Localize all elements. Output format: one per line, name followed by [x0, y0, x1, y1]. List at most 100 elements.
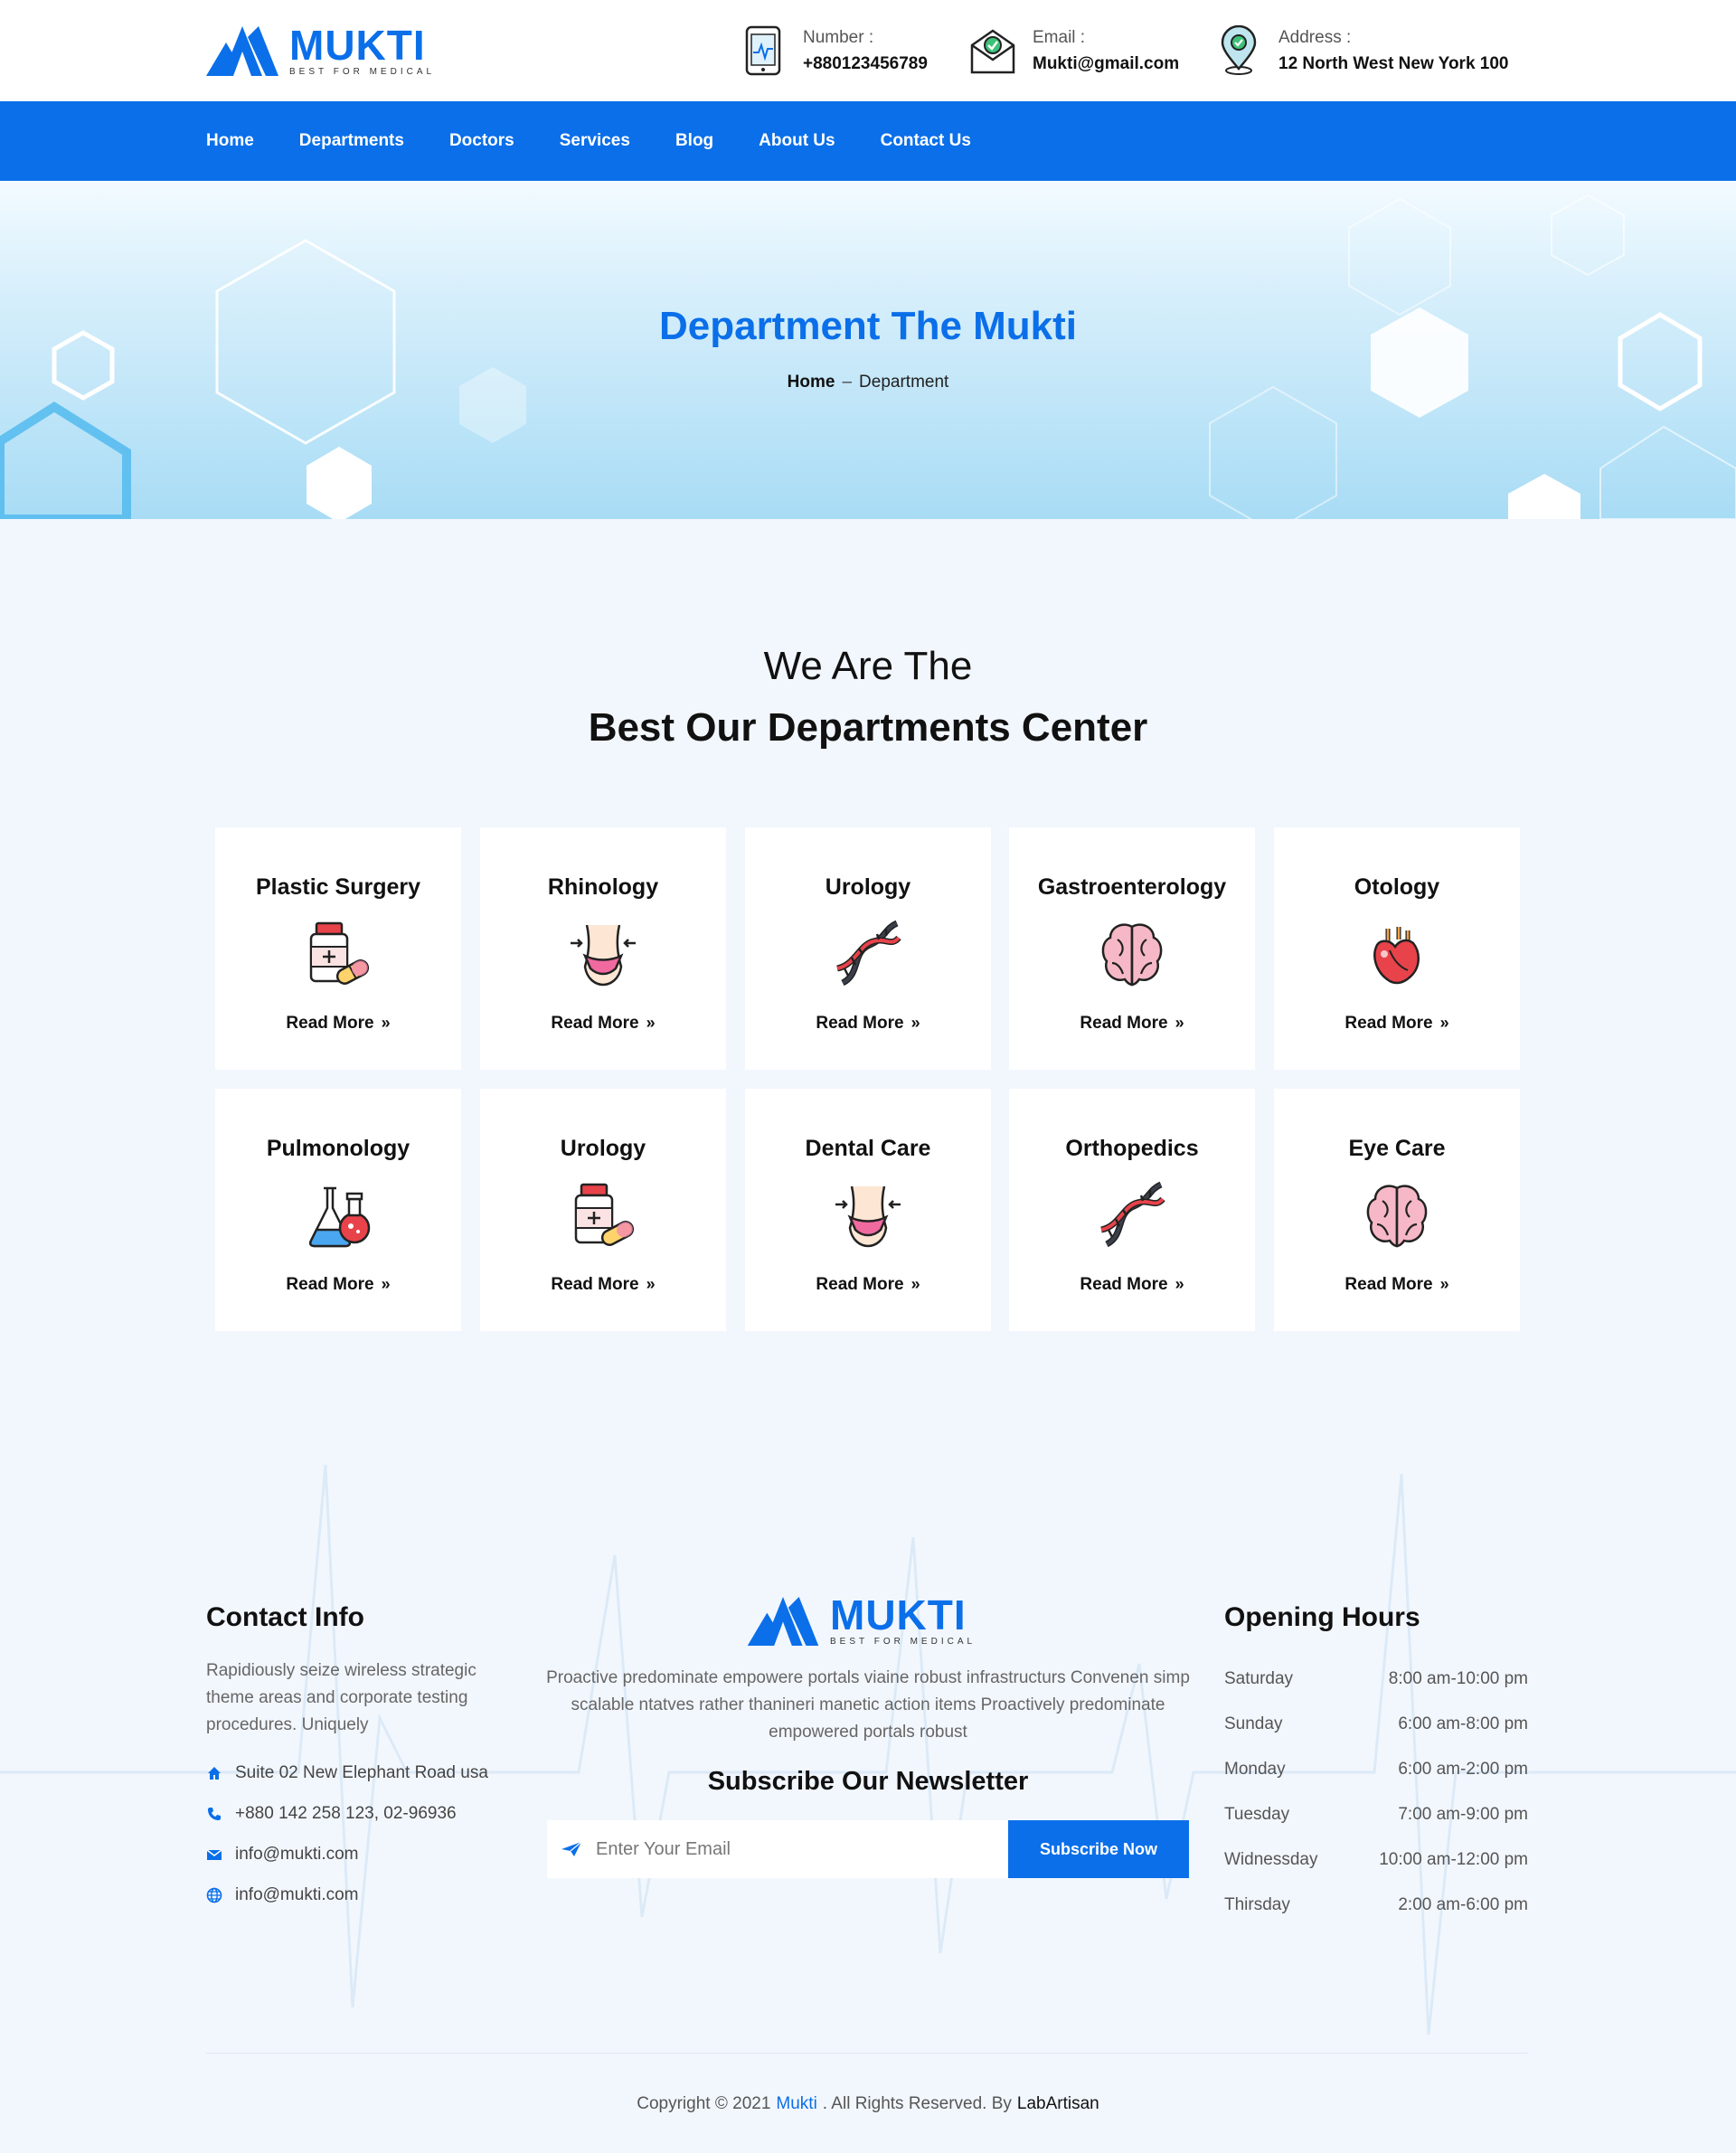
- department-card-dental-care[interactable]: Dental Care Read More»: [745, 1089, 991, 1331]
- brain-icon: [1101, 923, 1163, 987]
- main-nav: Home Departments Doctors Services Blog A…: [0, 101, 1736, 181]
- double-chevron-right-icon: »: [1175, 1275, 1184, 1293]
- site-logo[interactable]: MUKTI BEST FOR MEDICAL: [206, 22, 435, 77]
- copyright: Copyright © 2021 Mukti. All Rights Reserv…: [637, 2094, 1099, 2113]
- double-chevron-right-icon: »: [381, 1275, 391, 1293]
- department-card-urology[interactable]: Urology Read More»: [745, 827, 991, 1070]
- department-name: Gastroenterology: [1037, 874, 1227, 900]
- section-title: Best Our Departments Center: [588, 705, 1148, 750]
- phone-value[interactable]: +880123456789: [803, 52, 928, 77]
- nav-doctors[interactable]: Doctors: [449, 131, 514, 151]
- read-more-link[interactable]: Read More»: [480, 1275, 726, 1295]
- double-chevron-right-icon: »: [1175, 1014, 1184, 1032]
- read-more-link[interactable]: Read More»: [745, 1014, 991, 1034]
- contact-info-text: Rapidiously seize wireless strategic the…: [206, 1661, 476, 1734]
- subscribe-button[interactable]: Subscribe Now: [1008, 1820, 1189, 1878]
- logo-name: MUKTI: [830, 1591, 967, 1638]
- phone-icon: [208, 1808, 221, 1820]
- read-more-link[interactable]: Read More»: [480, 1014, 726, 1034]
- contact-phone[interactable]: +880 142 258 123, 02-96936: [206, 1804, 457, 1824]
- breadcrumb-current: Department: [859, 373, 949, 392]
- department-name: Orthopedics: [1065, 1136, 1199, 1161]
- footer-logo[interactable]: MUKTI BEST FOR MEDICAL: [747, 1591, 976, 1647]
- nav-services[interactable]: Services: [560, 131, 630, 151]
- department-name: Rhinology: [547, 874, 659, 900]
- brain-icon: [1366, 1185, 1428, 1248]
- paper-plane-icon: [561, 1841, 582, 1856]
- nav-blog[interactable]: Blog: [675, 131, 713, 151]
- read-more-link[interactable]: Read More»: [215, 1014, 461, 1034]
- department-card-eye-care[interactable]: Eye Care Read More»: [1274, 1089, 1520, 1331]
- copyright-author-link[interactable]: LabArtisan: [1017, 2094, 1099, 2113]
- breadcrumb-separator: –: [842, 373, 853, 392]
- contact-address: Suite 02 New Elephant Road usa: [206, 1763, 488, 1783]
- page-title: Department The Mukti: [658, 304, 1078, 348]
- footer-about-text: Proactive predominate empowere portals v…: [546, 1668, 1190, 1742]
- department-name: Urology: [560, 1136, 646, 1161]
- read-more-link[interactable]: Read More»: [1009, 1014, 1255, 1034]
- double-chevron-right-icon: »: [381, 1014, 391, 1032]
- page-banner: Department The Mukti Home – Department: [0, 181, 1736, 519]
- phone-label: Number :: [803, 28, 874, 47]
- contact-website[interactable]: info@mukti.com: [206, 1885, 359, 1905]
- department-card-urology-2[interactable]: Urology Read More»: [480, 1089, 726, 1331]
- top-bar: MUKTI BEST FOR MEDICAL Number : +8801234…: [0, 0, 1736, 101]
- logo-tagline: BEST FOR MEDICAL: [830, 1637, 976, 1647]
- newsletter-form: Subscribe Now: [547, 1820, 1189, 1878]
- medicine-bottle-icon: [309, 921, 370, 985]
- department-card-gastroenterology[interactable]: Gastroenterology Read More»: [1009, 827, 1255, 1070]
- heart-organ-icon: [1373, 927, 1420, 985]
- double-chevron-right-icon: »: [910, 1014, 920, 1032]
- email-value[interactable]: Mukti@gmail.com: [1033, 52, 1179, 77]
- email-label: Email :: [1033, 28, 1086, 47]
- department-card-rhinology[interactable]: Rhinology Read More»: [480, 827, 726, 1070]
- dna-icon: [1099, 1181, 1165, 1248]
- department-card-plastic-surgery[interactable]: Plastic Surgery Read More»: [215, 827, 461, 1070]
- header-address: Address : 12 North West New York 100: [1215, 22, 1509, 80]
- read-more-link[interactable]: Read More»: [745, 1275, 991, 1295]
- footer-divider: [206, 2053, 1528, 2054]
- read-more-link[interactable]: Read More»: [1009, 1275, 1255, 1295]
- department-name: Eye Care: [1348, 1136, 1446, 1161]
- read-more-link[interactable]: Read More»: [1274, 1275, 1520, 1295]
- envelope-icon: [206, 1849, 222, 1860]
- address-label: Address :: [1278, 28, 1352, 47]
- hours-row: Saturday 8:00 am-10:00 pm: [1224, 1669, 1528, 1688]
- read-more-link[interactable]: Read More»: [215, 1275, 461, 1295]
- breadcrumb: Home – Department: [0, 373, 1736, 392]
- read-more-link[interactable]: Read More»: [1274, 1014, 1520, 1034]
- body-waist-icon: [571, 924, 636, 987]
- nav-about-us[interactable]: About Us: [759, 131, 835, 151]
- contact-email[interactable]: info@mukti.com: [206, 1845, 359, 1865]
- department-card-pulmonology[interactable]: Pulmonology Read More»: [215, 1089, 461, 1331]
- department-card-otology[interactable]: Otology Read More»: [1274, 827, 1520, 1070]
- location-pin-icon: [1221, 25, 1257, 75]
- newsletter-title: Subscribe Our Newsletter: [707, 1767, 1029, 1796]
- department-card-orthopedics[interactable]: Orthopedics Read More»: [1009, 1089, 1255, 1331]
- logo-mark-icon: [206, 26, 278, 76]
- lab-flasks-icon: [308, 1186, 371, 1248]
- department-name: Plastic Surgery: [255, 874, 421, 900]
- body-waist-icon: [835, 1185, 901, 1248]
- nav-contact-us[interactable]: Contact Us: [881, 131, 971, 151]
- double-chevron-right-icon: »: [910, 1275, 920, 1293]
- department-name: Otology: [1354, 874, 1440, 900]
- logo-mark-icon: [747, 1596, 819, 1646]
- newsletter-email-input[interactable]: [596, 1838, 976, 1860]
- double-chevron-right-icon: »: [1439, 1014, 1449, 1032]
- nav-departments[interactable]: Departments: [299, 131, 404, 151]
- phone-chart-icon: [745, 25, 781, 76]
- globe-icon: [206, 1887, 222, 1903]
- double-chevron-right-icon: »: [1439, 1275, 1449, 1293]
- department-name: Dental Care: [805, 1136, 931, 1161]
- contact-info-title: Contact Info: [206, 1602, 364, 1632]
- address-value: 12 North West New York 100: [1278, 54, 1509, 73]
- mail-check-icon: [970, 29, 1015, 74]
- logo-name: MUKTI: [289, 22, 426, 69]
- hexagon-pattern-decoration: [0, 194, 1736, 519]
- copyright-brand-link[interactable]: Mukti: [776, 2094, 816, 2113]
- dna-icon: [835, 920, 901, 987]
- header-phone: Number : +880123456789: [740, 22, 928, 80]
- nav-home[interactable]: Home: [206, 131, 254, 151]
- breadcrumb-home[interactable]: Home: [788, 373, 835, 392]
